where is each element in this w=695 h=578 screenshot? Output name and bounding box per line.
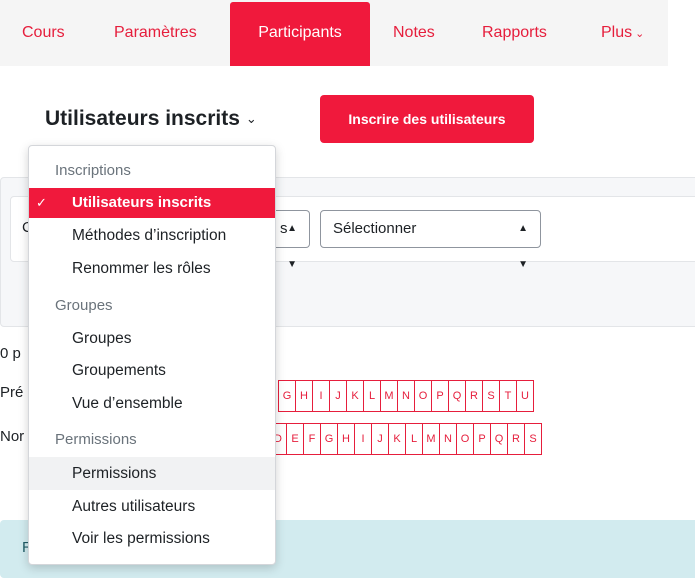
dropdown-item-renommer-roles[interactable]: Renommer les rôles bbox=[29, 252, 275, 285]
firstname-initial-t[interactable]: T bbox=[499, 380, 517, 412]
dropdown-item-groupes[interactable]: Groupes bbox=[29, 322, 275, 355]
dropdown-header-permissions: Permissions bbox=[55, 431, 137, 448]
lastname-initial-q[interactable]: Q bbox=[490, 423, 508, 455]
firstname-initial-u[interactable]: U bbox=[516, 380, 534, 412]
dropdown-item-groupements[interactable]: Groupements bbox=[29, 354, 275, 387]
lastname-initial-o[interactable]: O bbox=[456, 423, 474, 455]
dropdown-item-label: Renommer les rôles bbox=[72, 260, 211, 277]
course-secondary-nav: Cours Paramètres Participants Notes Rapp… bbox=[0, 0, 668, 66]
dropdown-header-groupes: Groupes bbox=[55, 297, 113, 314]
lastname-initials-bar: DEFGHIJKLMNOPQRS bbox=[269, 423, 542, 455]
tab-parametres[interactable]: Paramètres bbox=[114, 0, 197, 66]
updown-arrows-icon: ▲ ▼ bbox=[518, 223, 528, 270]
tab-plus-label: Plus bbox=[601, 24, 633, 41]
firstname-initial-h[interactable]: H bbox=[295, 380, 313, 412]
lastname-initial-e[interactable]: E bbox=[286, 423, 304, 455]
lastname-initial-j[interactable]: J bbox=[371, 423, 389, 455]
firstname-initial-r[interactable]: R bbox=[465, 380, 483, 412]
firstname-initial-o[interactable]: O bbox=[414, 380, 432, 412]
enrol-users-button[interactable]: Inscrire des utilisateurs bbox=[320, 95, 534, 143]
dropdown-item-label: Vue d’ensemble bbox=[72, 395, 183, 412]
firstname-initial-j[interactable]: J bbox=[329, 380, 347, 412]
type-select-value: Sélectionner bbox=[333, 220, 417, 237]
lastname-initial-s[interactable]: S bbox=[524, 423, 542, 455]
tab-plus[interactable]: Plus ⌄ bbox=[601, 0, 644, 66]
lastname-initial-i[interactable]: I bbox=[354, 423, 372, 455]
chevron-down-icon: ⌄ bbox=[245, 111, 257, 126]
firstname-initial-q[interactable]: Q bbox=[448, 380, 466, 412]
firstname-initial-k[interactable]: K bbox=[346, 380, 364, 412]
firstname-initials-bar: GHIJKLMNOPQRSTU bbox=[278, 380, 534, 412]
page-title-menu-trigger[interactable]: Utilisateurs inscrits ⌄ bbox=[45, 107, 257, 131]
lastname-initial-p[interactable]: P bbox=[473, 423, 491, 455]
firstname-label-partial: Pré bbox=[0, 384, 24, 401]
dropdown-item-autres-utilisateurs[interactable]: Autres utilisateurs bbox=[29, 490, 275, 523]
lastname-initial-r[interactable]: R bbox=[507, 423, 525, 455]
firstname-initial-m[interactable]: M bbox=[380, 380, 398, 412]
dropdown-item-utilisateurs-inscrits[interactable]: ✓ Utilisateurs inscrits bbox=[29, 188, 275, 218]
tab-notes[interactable]: Notes bbox=[393, 0, 435, 66]
dropdown-item-label: Groupements bbox=[72, 362, 166, 379]
tab-cours[interactable]: Cours bbox=[22, 0, 65, 66]
lastname-label-partial: Nor bbox=[0, 428, 25, 445]
lastname-initial-n[interactable]: N bbox=[439, 423, 457, 455]
dropdown-item-label: Permissions bbox=[72, 465, 157, 482]
dropdown-item-label: Voir les permissions bbox=[72, 530, 210, 547]
dropdown-item-label: Autres utilisateurs bbox=[72, 498, 196, 515]
lastname-initial-f[interactable]: F bbox=[303, 423, 321, 455]
check-icon: ✓ bbox=[36, 195, 47, 210]
updown-arrows-icon: ▲ ▼ bbox=[287, 223, 297, 270]
page-title: Utilisateurs inscrits bbox=[45, 107, 240, 130]
firstname-initial-l[interactable]: L bbox=[363, 380, 381, 412]
dropdown-item-label: Utilisateurs inscrits bbox=[72, 194, 212, 211]
firstname-initial-p[interactable]: P bbox=[431, 380, 449, 412]
type-select[interactable]: Sélectionner ▲ ▼ bbox=[320, 210, 541, 270]
chevron-down-icon: ⌄ bbox=[635, 28, 645, 40]
firstname-initial-s[interactable]: S bbox=[482, 380, 500, 412]
tab-participants[interactable]: Participants bbox=[230, 2, 370, 66]
lastname-initial-h[interactable]: H bbox=[337, 423, 355, 455]
dropdown-header-inscriptions: Inscriptions bbox=[55, 162, 131, 179]
dropdown-item-vue-ensemble[interactable]: Vue d’ensemble bbox=[29, 387, 275, 420]
lastname-initial-k[interactable]: K bbox=[388, 423, 406, 455]
firstname-initial-n[interactable]: N bbox=[397, 380, 415, 412]
firstname-initial-i[interactable]: I bbox=[312, 380, 330, 412]
participants-count-partial: 0 p bbox=[0, 345, 21, 362]
lastname-initial-g[interactable]: G bbox=[320, 423, 338, 455]
tab-rapports[interactable]: Rapports bbox=[482, 0, 547, 66]
dropdown-item-label: Groupes bbox=[72, 330, 132, 347]
dropdown-item-label: Méthodes d’inscription bbox=[72, 227, 227, 244]
dropdown-item-methodes-inscription[interactable]: Méthodes d’inscription bbox=[29, 219, 275, 252]
dropdown-item-permissions[interactable]: Permissions bbox=[29, 457, 275, 490]
lastname-initial-m[interactable]: M bbox=[422, 423, 440, 455]
firstname-initial-g[interactable]: G bbox=[278, 380, 296, 412]
dropdown-item-voir-permissions[interactable]: Voir les permissions bbox=[29, 522, 275, 555]
lastname-initial-l[interactable]: L bbox=[405, 423, 423, 455]
